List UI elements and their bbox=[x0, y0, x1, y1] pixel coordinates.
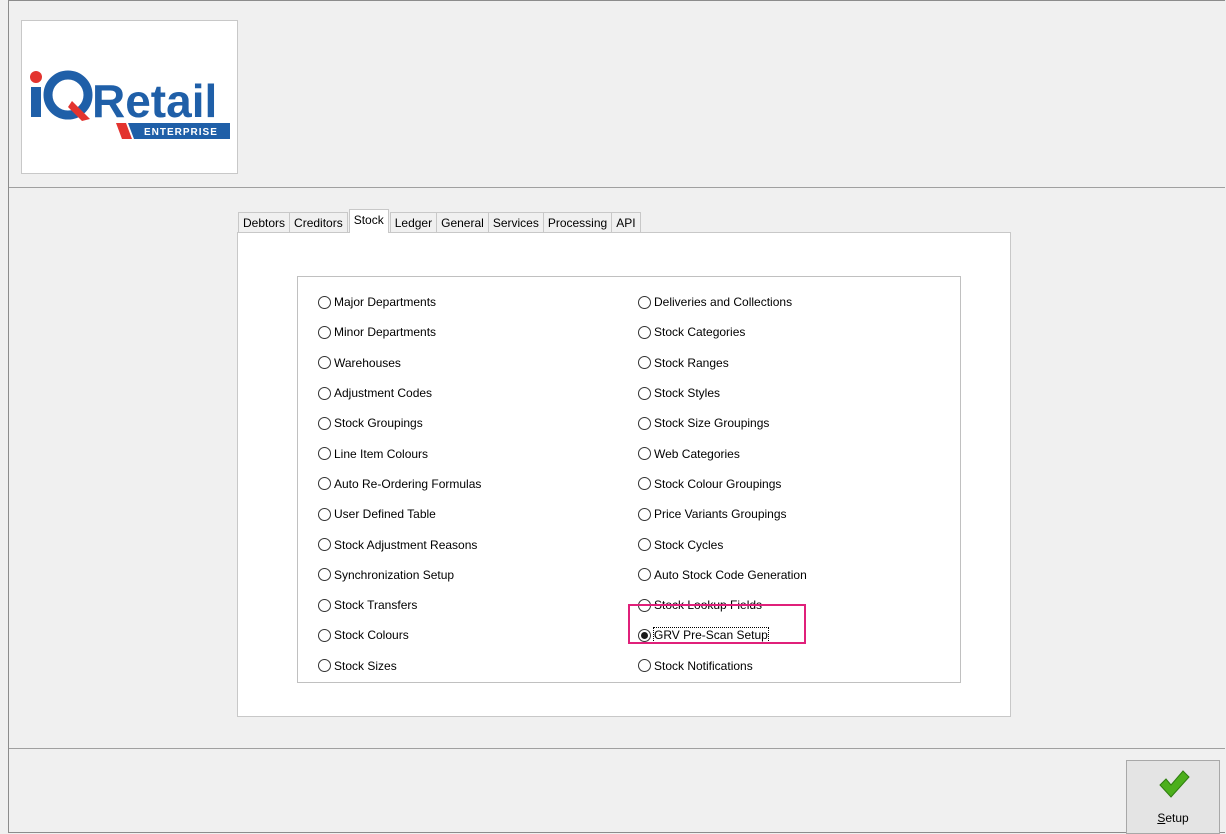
option-label: Stock Colour Groupings bbox=[654, 476, 782, 491]
option-stock-ranges[interactable]: Stock Ranges bbox=[638, 348, 807, 378]
iq-retail-logo: Retail ENTERPRISE bbox=[21, 20, 238, 174]
radio-button[interactable] bbox=[638, 507, 651, 521]
option-stock-groupings[interactable]: Stock Groupings bbox=[318, 408, 481, 438]
radio-button[interactable] bbox=[318, 507, 331, 521]
option-label: Stock Adjustment Reasons bbox=[334, 537, 478, 552]
option-label: Price Variants Groupings bbox=[654, 507, 787, 522]
stock-options-group: Major Departments Minor Departments Wareho… bbox=[297, 276, 961, 683]
option-stock-colours[interactable]: Stock Colours bbox=[318, 620, 481, 650]
radio-button[interactable] bbox=[318, 447, 331, 461]
tab-debtors[interactable]: Debtors bbox=[238, 212, 291, 233]
option-stock-lookup-fields[interactable]: Stock Lookup Fields bbox=[638, 590, 807, 620]
tab-services[interactable]: Services bbox=[487, 212, 544, 233]
radio-button[interactable] bbox=[318, 386, 331, 400]
radio-button[interactable] bbox=[638, 477, 651, 491]
option-stock-adjustment-reasons[interactable]: Stock Adjustment Reasons bbox=[318, 529, 481, 559]
option-label: Stock Sizes bbox=[334, 658, 397, 673]
radio-button[interactable] bbox=[638, 538, 651, 552]
option-stock-colour-groupings[interactable]: Stock Colour Groupings bbox=[638, 469, 807, 499]
radio-button[interactable] bbox=[318, 416, 331, 430]
option-label: Stock Ranges bbox=[654, 355, 729, 370]
setup-button[interactable]: Setup bbox=[1126, 760, 1220, 834]
option-major-departments[interactable]: Major Departments bbox=[318, 287, 481, 317]
option-label: Deliveries and Collections bbox=[654, 295, 793, 310]
option-warehouses[interactable]: Warehouses bbox=[318, 348, 481, 378]
options-column-left: Major Departments Minor Departments Wareho… bbox=[318, 287, 481, 681]
tab-stock[interactable]: Stock bbox=[348, 209, 389, 233]
option-deliveries-and-collections[interactable]: Deliveries and Collections bbox=[638, 287, 807, 317]
radio-button[interactable] bbox=[638, 386, 651, 400]
option-label: Line Item Colours bbox=[334, 446, 429, 461]
radio-button[interactable] bbox=[318, 356, 331, 370]
option-label: Warehouses bbox=[334, 355, 401, 370]
option-label: Stock Lookup Fields bbox=[654, 598, 763, 613]
radio-button[interactable] bbox=[638, 659, 651, 673]
option-user-defined-table[interactable]: User Defined Table bbox=[318, 499, 481, 529]
option-web-categories[interactable]: Web Categories bbox=[638, 438, 807, 468]
tab-bar: Debtors Creditors Stock Ledger General Servic… bbox=[238, 209, 641, 233]
option-label: Stock Styles bbox=[654, 386, 721, 401]
option-stock-size-groupings[interactable]: Stock Size Groupings bbox=[638, 408, 807, 438]
radio-button[interactable] bbox=[638, 295, 651, 309]
radio-button[interactable] bbox=[638, 356, 651, 370]
option-line-item-colours[interactable]: Line Item Colours bbox=[318, 438, 481, 468]
radio-button[interactable] bbox=[638, 598, 651, 612]
option-grv-pre-scan-setup[interactable]: GRV Pre-Scan Setup bbox=[638, 620, 807, 650]
tab-creditors[interactable]: Creditors bbox=[289, 212, 348, 233]
option-label: Adjustment Codes bbox=[334, 386, 433, 401]
option-label: Auto Re-Ordering Formulas bbox=[334, 476, 482, 491]
option-label: GRV Pre-Scan Setup bbox=[653, 627, 769, 644]
option-adjustment-codes[interactable]: Adjustment Codes bbox=[318, 378, 481, 408]
option-stock-cycles[interactable]: Stock Cycles bbox=[638, 529, 807, 559]
option-label: Stock Transfers bbox=[334, 598, 418, 613]
option-label: Stock Size Groupings bbox=[654, 416, 770, 431]
radio-button[interactable] bbox=[318, 325, 331, 339]
option-label: User Defined Table bbox=[334, 507, 436, 522]
brand-name: Retail bbox=[92, 75, 217, 127]
radio-button[interactable] bbox=[318, 295, 331, 309]
option-stock-notifications[interactable]: Stock Notifications bbox=[638, 651, 807, 681]
option-label: Minor Departments bbox=[334, 325, 437, 340]
radio-button[interactable] bbox=[638, 568, 651, 582]
option-stock-categories[interactable]: Stock Categories bbox=[638, 317, 807, 347]
radio-button[interactable] bbox=[318, 477, 331, 491]
tab-ledger[interactable]: Ledger bbox=[389, 212, 438, 233]
radio-button[interactable] bbox=[318, 598, 331, 612]
radio-button[interactable] bbox=[318, 568, 331, 582]
option-stock-transfers[interactable]: Stock Transfers bbox=[318, 590, 481, 620]
footer-divider bbox=[9, 748, 1225, 749]
option-minor-departments[interactable]: Minor Departments bbox=[318, 317, 481, 347]
radio-button[interactable] bbox=[318, 628, 331, 642]
option-label: Stock Notifications bbox=[654, 658, 753, 673]
option-stock-sizes[interactable]: Stock Sizes bbox=[318, 651, 481, 681]
radio-button[interactable] bbox=[638, 325, 651, 339]
tab-general[interactable]: General bbox=[436, 212, 489, 233]
radio-button[interactable] bbox=[318, 659, 331, 673]
checkmark-icon bbox=[1159, 770, 1190, 798]
option-label: Major Departments bbox=[334, 295, 437, 310]
option-price-variants-groupings[interactable]: Price Variants Groupings bbox=[638, 499, 807, 529]
option-auto-re-ordering-formulas[interactable]: Auto Re-Ordering Formulas bbox=[318, 469, 481, 499]
setup-button-label: Setup bbox=[1157, 811, 1189, 825]
radio-button[interactable] bbox=[318, 538, 331, 552]
radio-button[interactable] bbox=[638, 628, 651, 642]
radio-button[interactable] bbox=[638, 447, 651, 461]
tab-processing[interactable]: Processing bbox=[542, 212, 613, 233]
tab-api[interactable]: API bbox=[611, 212, 641, 233]
option-label: Auto Stock Code Generation bbox=[654, 567, 807, 582]
option-synchronization-setup[interactable]: Synchronization Setup bbox=[318, 560, 481, 590]
option-auto-stock-code-generation[interactable]: Auto Stock Code Generation bbox=[638, 560, 807, 590]
option-label: Stock Cycles bbox=[654, 537, 724, 552]
option-label: Stock Categories bbox=[654, 325, 746, 340]
option-stock-styles[interactable]: Stock Styles bbox=[638, 378, 807, 408]
option-label: Synchronization Setup bbox=[334, 567, 455, 582]
option-label: Web Categories bbox=[654, 446, 740, 461]
option-label: Stock Groupings bbox=[334, 416, 423, 431]
radio-button[interactable] bbox=[638, 416, 651, 430]
option-label: Stock Colours bbox=[334, 628, 409, 643]
brand-tagline: ENTERPRISE bbox=[144, 127, 218, 138]
options-column-right: Deliveries and Collections Stock Categori… bbox=[638, 287, 807, 681]
